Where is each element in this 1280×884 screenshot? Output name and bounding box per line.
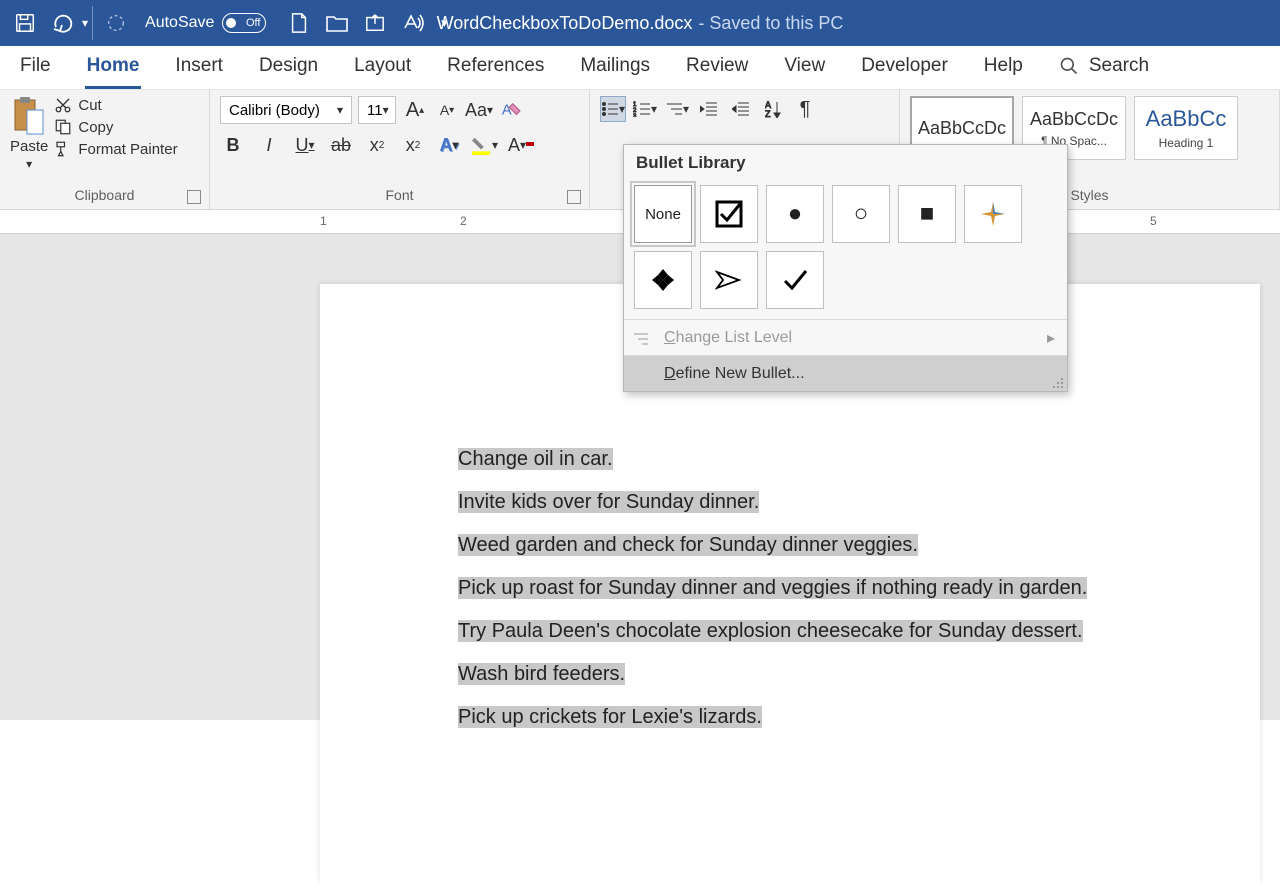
highlight-button[interactable]: ▾	[472, 132, 498, 158]
italic-button[interactable]: I	[256, 132, 282, 158]
show-marks-button[interactable]: ¶	[792, 96, 818, 122]
sort-button[interactable]: AZ	[760, 96, 786, 122]
tab-developer[interactable]: Developer	[843, 45, 966, 89]
bullet-circle[interactable]: ○	[832, 185, 890, 243]
tab-mailings[interactable]: Mailings	[562, 45, 668, 89]
resize-grip-icon[interactable]	[1052, 377, 1064, 389]
font-size-select[interactable]: 11▾	[358, 96, 396, 124]
bullet-disc[interactable]: ●	[766, 185, 824, 243]
subscript-button[interactable]: x2	[364, 132, 390, 158]
bullet-checkmark[interactable]	[766, 251, 824, 309]
paste-button[interactable]: Paste ▾	[10, 96, 48, 171]
svg-text:Z: Z	[765, 109, 771, 118]
document-line[interactable]: Pick up roast for Sunday dinner and vegg…	[458, 577, 1087, 599]
share-icon[interactable]	[356, 4, 394, 42]
scissors-icon	[54, 96, 72, 114]
ribbon-tabs: File Home Insert Design Layout Reference…	[0, 46, 1280, 90]
increase-indent-button[interactable]	[728, 96, 754, 122]
read-aloud-icon[interactable]	[394, 4, 432, 42]
change-list-level-item: Change List Level ▸	[624, 319, 1067, 355]
grow-font-button[interactable]: A▴	[402, 97, 428, 123]
font-group: Calibri (Body)▾ 11▾ A▴ A▾ Aa▾ A B I U ▾ …	[210, 90, 590, 209]
redo-icon[interactable]	[97, 4, 135, 42]
font-launcher[interactable]	[567, 190, 581, 204]
bullet-none[interactable]: None	[634, 185, 692, 243]
clear-formatting-button[interactable]: A	[498, 97, 524, 123]
copy-button[interactable]: Copy	[54, 118, 177, 136]
paintbrush-icon	[54, 140, 72, 158]
document-line[interactable]: Invite kids over for Sunday dinner.	[458, 491, 759, 513]
title-bar: ▾ AutoSave Off ▾ WordCheckboxToDoDemo.do…	[0, 0, 1280, 46]
tab-help[interactable]: Help	[966, 45, 1041, 89]
clipboard-label: Clipboard	[10, 185, 199, 207]
decrease-indent-button[interactable]	[696, 96, 722, 122]
define-new-bullet-item[interactable]: Define New Bullet...	[624, 355, 1067, 391]
open-icon[interactable]	[318, 4, 356, 42]
save-icon[interactable]	[6, 4, 44, 42]
tab-review[interactable]: Review	[668, 45, 766, 89]
bullet-library-header: Bullet Library	[624, 145, 1067, 181]
bold-button[interactable]: B	[220, 132, 246, 158]
svg-text:A: A	[502, 103, 512, 119]
bullet-4diamond[interactable]	[634, 251, 692, 309]
style-heading1[interactable]: AaBbCc Heading 1	[1134, 96, 1238, 160]
format-painter-button[interactable]: Format Painter	[54, 140, 177, 158]
clipboard-launcher[interactable]	[187, 190, 201, 204]
bullet-4arrow[interactable]	[964, 185, 1022, 243]
bullet-checkbox[interactable]	[700, 185, 758, 243]
svg-text:3: 3	[633, 114, 637, 117]
numbering-button[interactable]: 123▾	[632, 96, 658, 122]
tab-insert[interactable]: Insert	[157, 45, 241, 89]
superscript-button[interactable]: x2	[400, 132, 426, 158]
bullet-square[interactable]: ■	[898, 185, 956, 243]
tab-view[interactable]: View	[766, 45, 843, 89]
tab-file[interactable]: File	[2, 45, 69, 89]
document-line[interactable]: Pick up crickets for Lexie's lizards.	[458, 706, 762, 728]
bullet-library-dropdown: Bullet Library None ● ○ ■ Change List Le…	[623, 144, 1068, 392]
bullet-arrowhead[interactable]	[700, 251, 758, 309]
window-title: WordCheckboxToDoDemo.docx - Saved to thi…	[437, 13, 844, 34]
underline-button[interactable]: U ▾	[292, 132, 318, 158]
search-icon	[1059, 56, 1079, 76]
bullets-button[interactable]: ▾	[600, 96, 626, 122]
tab-layout[interactable]: Layout	[336, 45, 429, 89]
undo-icon[interactable]	[44, 4, 82, 42]
tab-design[interactable]: Design	[241, 45, 336, 89]
document-line[interactable]: Change oil in car.	[458, 448, 613, 470]
font-name-select[interactable]: Calibri (Body)▾	[220, 96, 352, 124]
quick-access-toolbar: ▾ AutoSave Off ▾	[0, 4, 456, 42]
cut-button[interactable]: Cut	[54, 96, 177, 114]
new-doc-icon[interactable]	[280, 4, 318, 42]
document-line[interactable]: Weed garden and check for Sunday dinner …	[458, 534, 918, 556]
document-line[interactable]: Try Paula Deen's chocolate explosion che…	[458, 620, 1083, 642]
strikethrough-button[interactable]: ab	[328, 132, 354, 158]
multilevel-list-button[interactable]: ▾	[664, 96, 690, 122]
clipboard-group: Paste ▾ Cut Copy Format Painter Clipboar…	[0, 90, 210, 209]
ruler-mark: 2	[460, 214, 467, 228]
ruler-mark: 1	[320, 214, 327, 228]
tab-references[interactable]: References	[429, 45, 562, 89]
text-effects-button[interactable]: A ▾	[436, 132, 462, 158]
font-color-button[interactable]: A▾	[508, 132, 534, 158]
font-label: Font	[220, 185, 579, 207]
clipboard-icon	[13, 96, 45, 136]
change-case-button[interactable]: Aa▾	[466, 97, 492, 123]
search-box[interactable]: Search	[1041, 45, 1167, 89]
copy-icon	[54, 118, 72, 136]
ruler-mark: 5	[1150, 214, 1157, 228]
autosave-toggle[interactable]: AutoSave Off	[145, 13, 266, 33]
document-line[interactable]: Wash bird feeders.	[458, 663, 625, 685]
tab-home[interactable]: Home	[69, 45, 158, 89]
shrink-font-button[interactable]: A▾	[434, 97, 460, 123]
